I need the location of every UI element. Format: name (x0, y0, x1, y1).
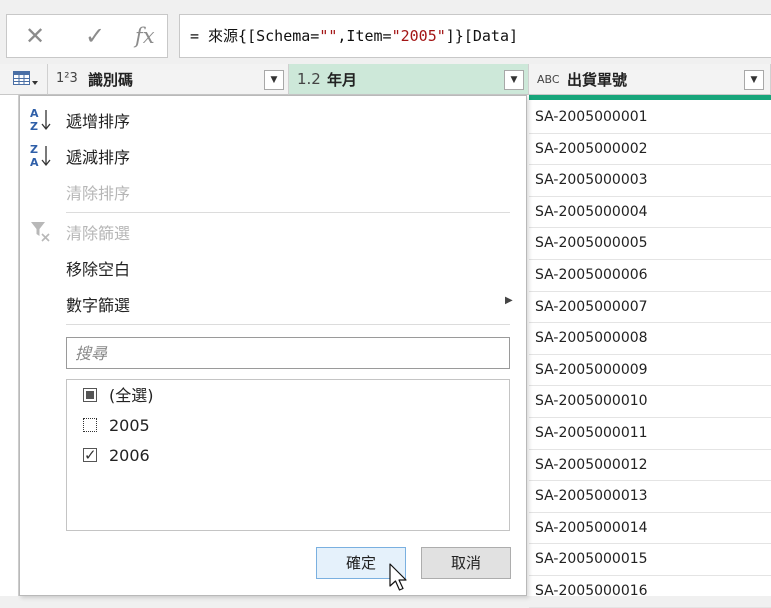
filter-dropdown-button[interactable]: ▼ (264, 70, 284, 90)
filter-menu-panel: A Z 遞增排序 Z A 遞減排序 清除排序 清除篩選 移除空白 數字篩選 ▶ … (19, 95, 527, 596)
table-cell[interactable]: SA-2005000001 (529, 102, 771, 134)
table-cell[interactable]: SA-2005000016 (529, 576, 771, 608)
svg-text:Z: Z (30, 143, 38, 156)
close-icon[interactable]: ✕ (25, 22, 45, 50)
checkbox-checked-icon[interactable]: ✓ (83, 446, 97, 464)
filter-dropdown-button[interactable]: ▼ (744, 70, 764, 90)
table-cell[interactable]: SA-2005000012 (529, 450, 771, 482)
column-quality-bar (529, 95, 771, 100)
decimal-number-icon: 1.2 (297, 70, 321, 88)
list-item-select-all[interactable]: (全選) (83, 385, 154, 407)
value-list: (全選) 2005 ✓ 2006 (66, 379, 510, 531)
check-icon[interactable]: ✓ (85, 22, 105, 50)
text-type-icon: ABC (537, 73, 560, 86)
shipment-no-cells: SA-2005000001 SA-2005000002 SA-200500000… (529, 102, 771, 608)
clear-filter-item: 清除篩選 (66, 224, 131, 243)
table-cell[interactable]: SA-2005000009 (529, 355, 771, 387)
menu-divider (66, 212, 510, 213)
clear-filter-icon (31, 222, 50, 242)
formula-bar-controls: ✕ ✓ fx (6, 14, 168, 58)
table-cell[interactable]: SA-2005000014 (529, 513, 771, 545)
table-menu-header[interactable] (0, 64, 48, 95)
list-item-2006[interactable]: ✓ 2006 (83, 445, 150, 467)
sort-descending-item[interactable]: 遞減排序 (66, 144, 130, 168)
sort-ascending-icon: A Z (30, 107, 51, 132)
svg-text:A: A (30, 156, 39, 168)
table-cell[interactable]: SA-2005000005 (529, 228, 771, 260)
menu-divider (66, 324, 510, 325)
table-cell[interactable]: SA-2005000002 (529, 134, 771, 166)
column-title: 出貨單號 (567, 71, 628, 89)
table-cell[interactable]: SA-2005000008 (529, 323, 771, 355)
table-cell[interactable]: SA-2005000015 (529, 544, 771, 576)
table-cell[interactable]: SA-2005000006 (529, 260, 771, 292)
search-input[interactable] (66, 337, 510, 369)
table-cell[interactable]: SA-2005000003 (529, 165, 771, 197)
mouse-cursor-icon (389, 563, 407, 591)
column-header-id[interactable]: 1²3 識別碼 ▼ (48, 64, 289, 95)
table-cell[interactable]: SA-2005000010 (529, 386, 771, 418)
cancel-button[interactable]: 取消 (421, 547, 511, 579)
table-cell[interactable]: SA-2005000011 (529, 418, 771, 450)
whole-number-icon: 1²3 (56, 71, 78, 86)
row-header-column (0, 95, 19, 596)
sort-descending-icon: Z A (30, 143, 51, 168)
svg-text:A: A (30, 107, 39, 120)
filter-dropdown-button[interactable]: ▼ (504, 70, 524, 90)
table-icon[interactable] (13, 71, 39, 89)
svg-text:Z: Z (30, 120, 38, 132)
table-cell[interactable]: SA-2005000004 (529, 197, 771, 229)
column-title: 識別碼 (88, 71, 134, 89)
column-header-shipment-no[interactable]: ABC 出貨單號 ▼ (529, 64, 771, 95)
clear-sort-item: 清除排序 (66, 184, 131, 203)
checkbox-unchecked-icon[interactable] (83, 417, 97, 432)
submenu-arrow-icon: ▶ (505, 295, 513, 306)
sort-ascending-item[interactable]: 遞增排序 (66, 108, 130, 132)
table-cell[interactable]: SA-2005000013 (529, 481, 771, 513)
remove-empty-item[interactable]: 移除空白 (66, 256, 130, 280)
checkbox-partial-icon[interactable] (83, 387, 97, 402)
number-filter-item[interactable]: 數字篩選 (66, 292, 130, 316)
table-cell[interactable]: SA-2005000007 (529, 292, 771, 324)
fx-icon[interactable]: fx (135, 24, 155, 48)
column-title: 年月 (327, 71, 358, 89)
column-header-yearmonth[interactable]: 1.2 年月 ▼ (289, 64, 529, 95)
list-item-2005[interactable]: 2005 (83, 415, 150, 437)
formula-input[interactable]: = 來源{[Schema="",Item="2005"]}[Data] (179, 14, 771, 58)
